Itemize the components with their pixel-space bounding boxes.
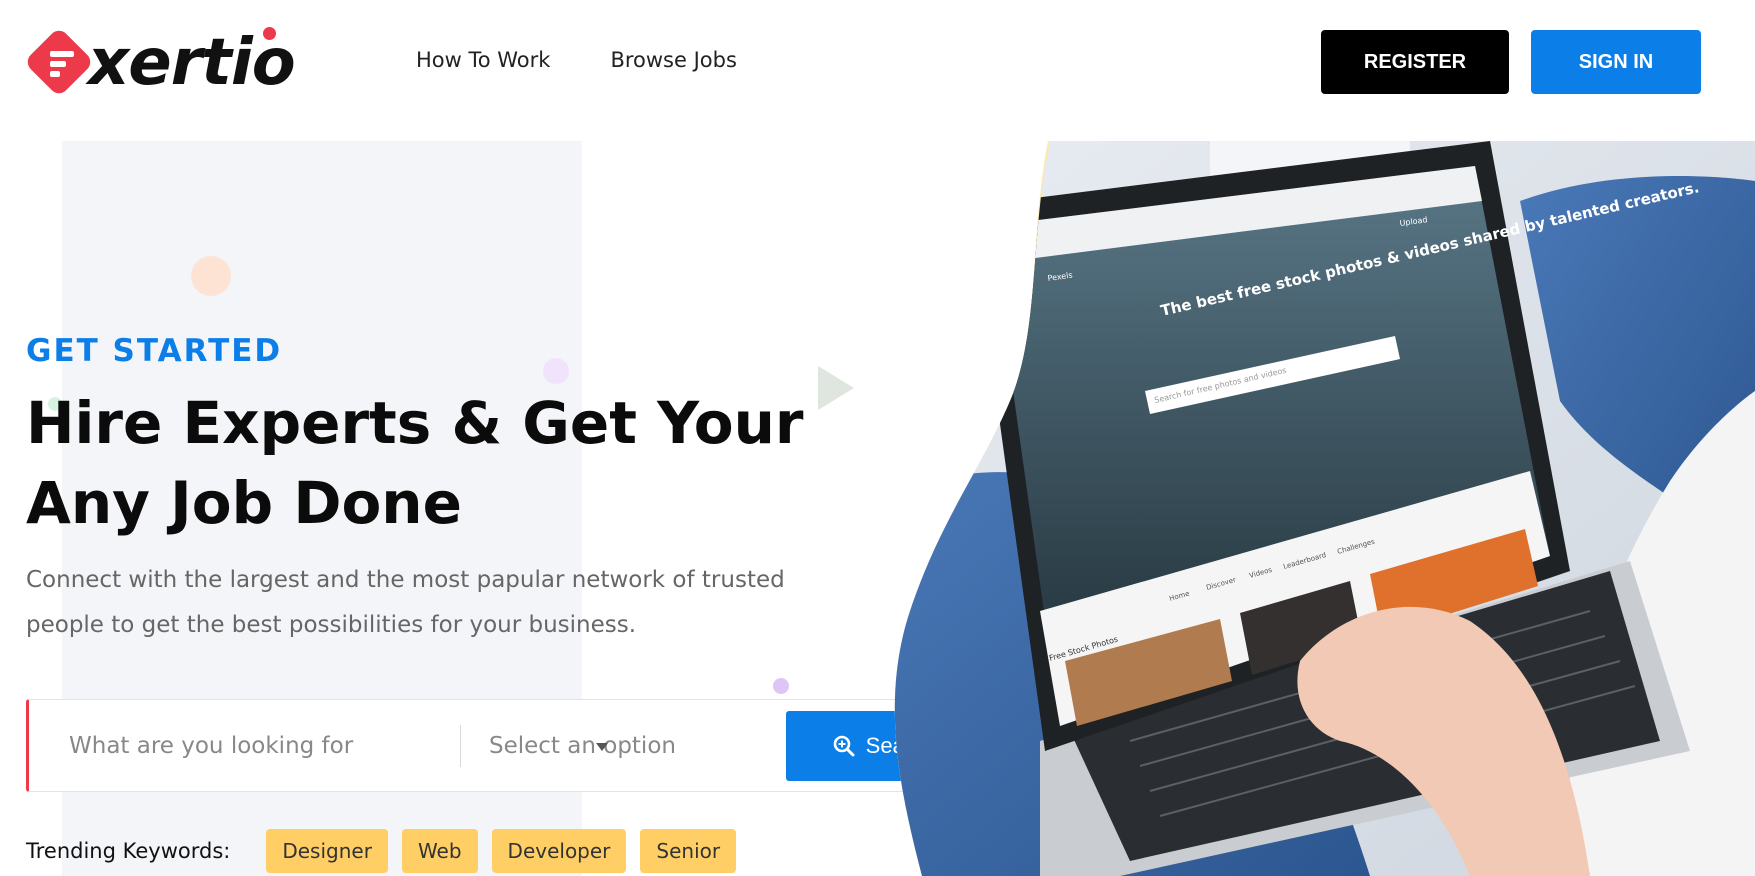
trending-label: Trending Keywords:	[26, 839, 231, 863]
trending-tag-senior[interactable]: Senior	[640, 829, 737, 873]
nav-how-to-work[interactable]: How To Work	[416, 48, 550, 72]
hero-eyebrow: GET STARTED	[26, 333, 283, 369]
search-input[interactable]	[69, 720, 439, 772]
sign-in-button[interactable]: SIGN IN	[1531, 30, 1701, 94]
hero-laptop-image: The best free stock photos & videos shar…	[894, 141, 1755, 876]
decor-dot-lilac	[543, 358, 569, 384]
main-nav: How To Work Browse Jobs	[416, 48, 737, 72]
decor-dot-peach	[191, 256, 231, 296]
trending-tag-designer[interactable]: Designer	[266, 829, 388, 873]
hero-headline: Hire Experts & Get Your Any Job Done	[26, 389, 804, 537]
page: xertio How To Work Browse Jobs REGISTER …	[0, 0, 1755, 876]
logo-mark-icon	[23, 26, 95, 98]
hero-subtext: Connect with the largest and the most pa…	[26, 567, 785, 638]
hero-search-bar: Select an option Search	[26, 699, 988, 792]
chevron-down-icon	[596, 743, 608, 751]
search-divider	[460, 725, 461, 767]
decor-dot-purple	[773, 678, 789, 694]
trending-tag-developer[interactable]: Developer	[491, 829, 627, 873]
category-select-value: Select an option	[489, 733, 676, 759]
trending-tag-web[interactable]: Web	[401, 829, 478, 873]
logo-text: xertio	[88, 26, 296, 100]
trending-keywords: Trending Keywords: Designer Web Develope…	[26, 829, 750, 873]
logo[interactable]: xertio	[23, 24, 331, 102]
logo-dot-icon	[263, 27, 276, 40]
zoom-in-icon	[833, 735, 855, 757]
category-select[interactable]: Select an option	[489, 720, 789, 772]
register-button[interactable]: REGISTER	[1321, 30, 1509, 94]
nav-browse-jobs[interactable]: Browse Jobs	[610, 48, 736, 72]
site-header: xertio How To Work Browse Jobs REGISTER …	[0, 0, 1755, 125]
